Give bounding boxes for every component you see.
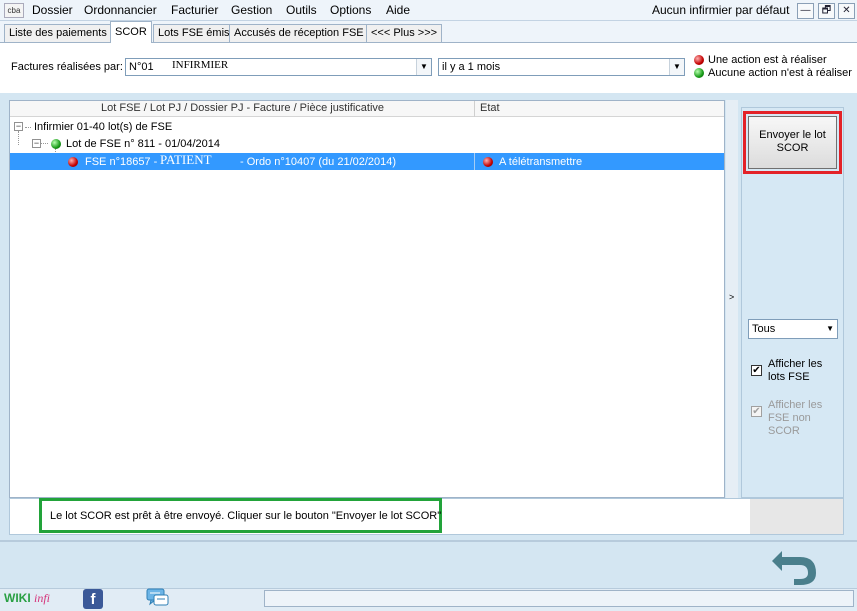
tree-connector (25, 127, 31, 128)
red-status-icon (694, 55, 704, 65)
tree-lot-fse[interactable]: Lot de FSE n° 811 - 01/04/2014 (66, 137, 220, 151)
send-scor-button[interactable]: Envoyer le lot SCOR (748, 116, 837, 169)
minimize-button[interactable]: — (797, 3, 814, 19)
menu-options[interactable]: Options (330, 3, 371, 18)
column-separator (474, 153, 475, 170)
afficher-lots-label[interactable]: Afficher les lots FSE (768, 358, 840, 384)
menu-facturier[interactable]: Facturier (171, 3, 218, 18)
tab-accuses-reception[interactable]: Accusés de réception FSE (229, 24, 369, 42)
afficher-non-scor-checkbox: ✔ (751, 406, 762, 417)
status-message: Le lot SCOR est prêt à être envoyé. Cliq… (50, 510, 442, 522)
close-button[interactable]: ✕ (838, 3, 855, 19)
green-status-icon (694, 68, 704, 78)
restore-button[interactable]: 🗗 (818, 3, 835, 19)
green-status-icon (51, 139, 61, 149)
wiki-text: WIKI (4, 591, 31, 605)
red-status-icon (483, 157, 493, 167)
legend-action-required: Une action est à réaliser (708, 54, 827, 66)
tab-liste-paiements[interactable]: Liste des paiements (4, 24, 112, 42)
undo-icon[interactable] (770, 545, 820, 585)
lot-filter-value: Tous (752, 323, 776, 335)
tab-scor[interactable]: SCOR (110, 21, 152, 43)
collapse-icon[interactable]: − (14, 122, 23, 131)
tree-connector (18, 131, 19, 145)
fse-number: FSE n°18657 - (85, 156, 158, 168)
default-infirmier-label: Aucun infirmier par défaut (652, 3, 790, 17)
afficher-lots-checkbox[interactable]: ✔ (751, 365, 762, 376)
status-field (264, 590, 854, 607)
period-select[interactable]: il y a 1 mois ▼ (438, 58, 685, 76)
infirmier-select[interactable]: N°01 INFIRMIER ▼ (125, 58, 432, 76)
chevron-down-icon[interactable]: ▼ (416, 59, 431, 75)
fse-etat: A télétransmettre (499, 156, 583, 168)
expand-arrow-icon[interactable]: > (729, 292, 734, 302)
infirmier-code: N°01 (129, 61, 154, 73)
chevron-down-icon[interactable]: ▼ (826, 324, 834, 333)
column-header-lot[interactable]: Lot FSE / Lot PJ / Dossier PJ - Facture … (101, 102, 384, 115)
factures-label: Factures réalisées par: (11, 61, 123, 73)
tab-lots-fse-emis[interactable]: Lots FSE émis (153, 24, 235, 42)
column-separator[interactable] (474, 101, 475, 117)
infi-text: infi (34, 591, 51, 605)
app-icon[interactable]: cba (4, 3, 24, 18)
period-value: il y a 1 mois (442, 61, 501, 73)
chevron-down-icon[interactable]: ▼ (669, 59, 684, 75)
collapse-icon[interactable]: − (32, 139, 41, 148)
ordo-reference: - Ordo n°10407 (du 21/02/2014) (240, 156, 397, 168)
legend-no-action: Aucune action n'est à réaliser (708, 67, 852, 79)
bottom-separator (0, 540, 857, 542)
red-status-icon (68, 157, 78, 167)
tree-root-infirmier[interactable]: Infirmier 01-40 lot(s) de FSE (34, 120, 172, 134)
facebook-icon[interactable]: f (83, 589, 103, 609)
lot-filter-select[interactable]: Tous ▼ (748, 319, 838, 339)
menu-gestion[interactable]: Gestion (231, 3, 272, 18)
message-area-side (750, 499, 843, 534)
menu-dossier[interactable]: Dossier (32, 3, 73, 18)
infirmier-name: INFIRMIER (172, 59, 229, 71)
tab-plus[interactable]: <<< Plus >>> (366, 24, 443, 42)
patient-name: PATIENT (160, 152, 212, 167)
column-header-etat[interactable]: Etat (480, 102, 500, 115)
menu-aide[interactable]: Aide (386, 3, 410, 18)
afficher-non-scor-label: Afficher les FSE non SCOR (768, 399, 823, 437)
chat-icon[interactable] (146, 588, 170, 608)
tree-connector (40, 143, 48, 144)
menu-outils[interactable]: Outils (286, 3, 317, 18)
wiki-infi-logo[interactable]: WIKI infi (4, 591, 50, 606)
menu-ordonnancier[interactable]: Ordonnancier (84, 3, 157, 18)
